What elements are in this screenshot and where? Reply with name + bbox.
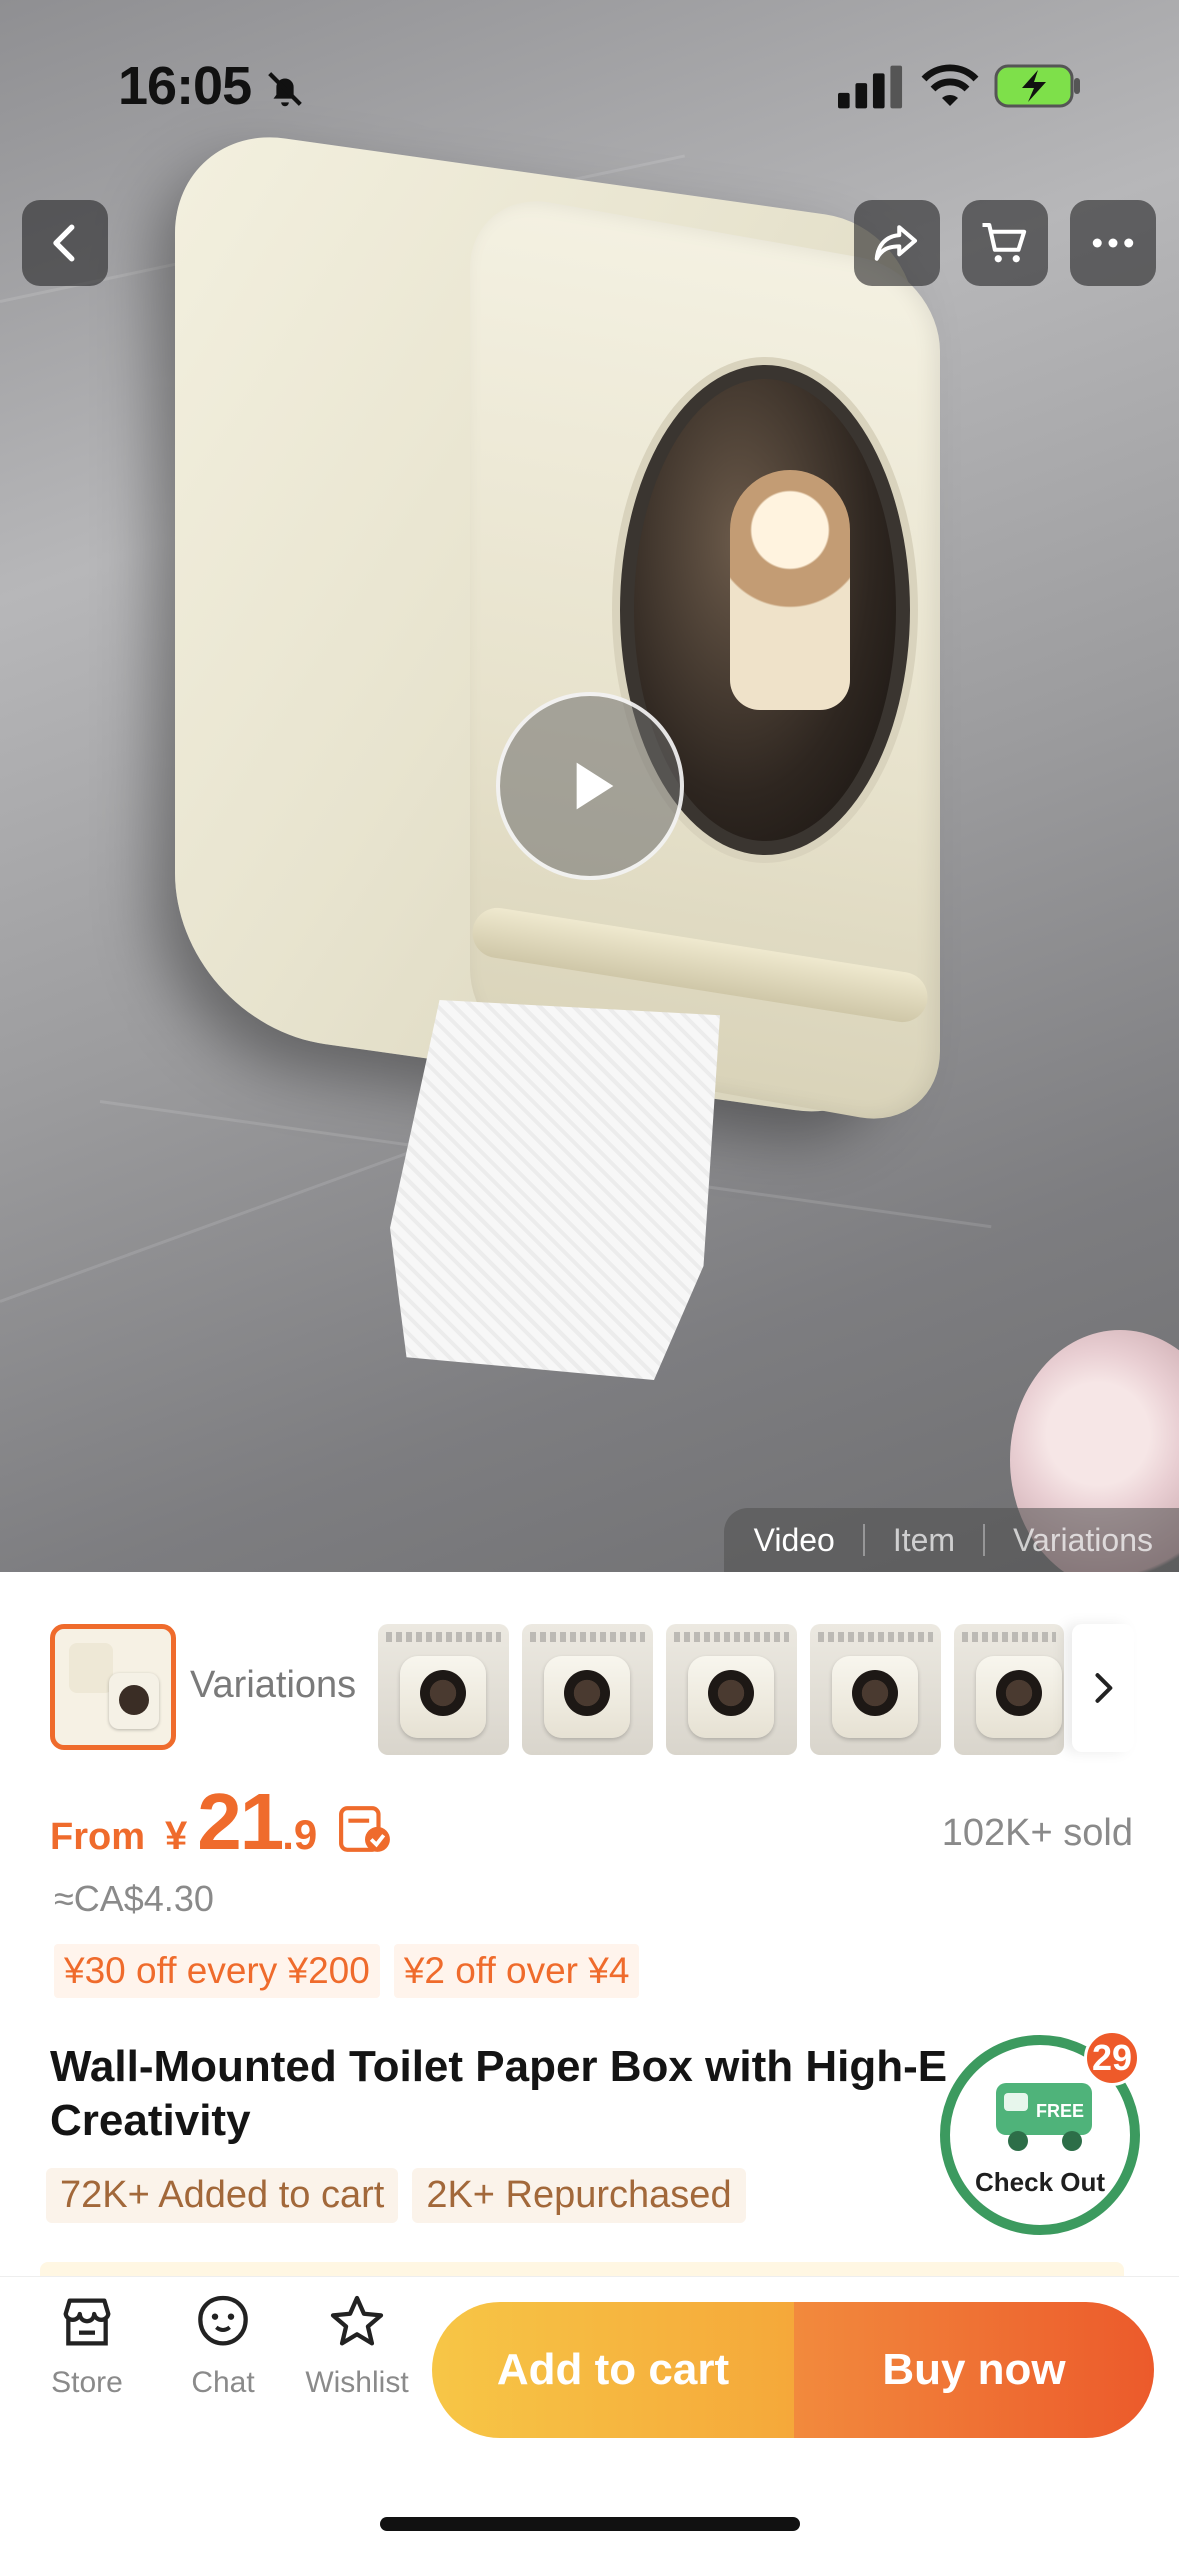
- promotions: ¥30 off every ¥200 ¥2 off over ¥4: [54, 1944, 640, 1998]
- media-tabs: Video Item Variations: [724, 1508, 1179, 1572]
- coupon-icon[interactable]: [338, 1804, 392, 1854]
- price-decimal: .9: [282, 1811, 318, 1858]
- share-button[interactable]: [854, 200, 940, 286]
- add-to-cart-button[interactable]: Add to cart: [432, 2302, 794, 2438]
- tab-divider: [983, 1524, 986, 1556]
- signal-icon: [838, 65, 903, 109]
- store-button[interactable]: Store: [22, 2290, 152, 2400]
- tab-variations[interactable]: Variations: [1013, 1522, 1153, 1559]
- thumb-porthole: [119, 1685, 149, 1715]
- variation-thumb[interactable]: [522, 1624, 653, 1755]
- wishlist-label: Wishlist: [305, 2366, 409, 2399]
- thumb-porthole: [564, 1670, 610, 1716]
- bell-slash-icon: [268, 72, 302, 107]
- variations-next-button[interactable]: [1072, 1624, 1134, 1752]
- variation-thumb[interactable]: [810, 1624, 941, 1755]
- variation-thumb[interactable]: [954, 1624, 1064, 1755]
- chevron-right-icon: [1095, 1673, 1113, 1703]
- sold-count: 102K+ sold: [941, 1812, 1133, 1854]
- chat-label: Chat: [191, 2366, 255, 2399]
- thumb-caption: [530, 1632, 645, 1642]
- share-icon: [874, 225, 918, 261]
- tissue-paper: [390, 1000, 720, 1380]
- product-title: Wall-Mounted Toilet Paper Box with High-…: [50, 2042, 948, 2091]
- price-integer: 21: [197, 1777, 284, 1866]
- promo-tag[interactable]: ¥30 off every ¥200: [54, 1944, 380, 1998]
- product-title-line2: Creativity: [50, 2096, 251, 2145]
- thumb-porthole: [420, 1670, 466, 1716]
- thumb-item: [69, 1643, 113, 1693]
- variations-label[interactable]: Variations: [190, 1664, 356, 1707]
- store-label: Store: [51, 2366, 123, 2399]
- play-video-button[interactable]: [496, 692, 684, 880]
- store-icon: [63, 2298, 111, 2346]
- thumb-caption: [962, 1632, 1056, 1642]
- thumb-caption: [818, 1632, 933, 1642]
- thumb-caption: [674, 1632, 789, 1642]
- chat-button[interactable]: Chat: [158, 2290, 288, 2400]
- cart-icon: [982, 222, 1027, 263]
- variation-thumb[interactable]: [666, 1624, 797, 1755]
- battery-charging-icon: [994, 64, 1080, 108]
- buy-now-button[interactable]: Buy now: [794, 2302, 1154, 2438]
- back-icon: [53, 224, 75, 262]
- home-indicator: [380, 2517, 800, 2531]
- price-currency: ¥: [165, 1814, 188, 1858]
- tab-divider: [862, 1524, 865, 1556]
- back-button[interactable]: [22, 200, 108, 286]
- tab-item[interactable]: Item: [893, 1522, 955, 1559]
- promo-tag[interactable]: ¥2 off over ¥4: [393, 1944, 640, 1998]
- wifi-icon: [921, 64, 979, 106]
- variation-thumb[interactable]: [378, 1624, 509, 1755]
- repurchased-tag: 2K+ Repurchased: [412, 2168, 746, 2223]
- product-tags: 72K+ Added to cart 2K+ Repurchased: [46, 2168, 746, 2223]
- info-strip: [40, 2262, 1124, 2276]
- product-media[interactable]: 16:05 Video Item Variations: [0, 0, 1179, 1572]
- product-figurine: [730, 470, 850, 710]
- wishlist-button[interactable]: Wishlist: [292, 2290, 422, 2400]
- more-button[interactable]: [1070, 200, 1156, 286]
- thumb-caption: [386, 1632, 501, 1642]
- selected-variation-thumb[interactable]: [50, 1624, 176, 1750]
- free-badge: FREE: [1036, 2101, 1084, 2121]
- chat-icon: [198, 2295, 248, 2346]
- star-icon: [330, 2295, 384, 2346]
- status-time: 16:05: [118, 56, 252, 116]
- checkout-label: Check Out: [974, 2167, 1106, 2197]
- thumb-porthole: [996, 1670, 1042, 1716]
- product-page: 16:05 Video Item Variations Variations F…: [0, 0, 1179, 2556]
- price-from: From: [50, 1816, 145, 1858]
- added-to-cart-tag: 72K+ Added to cart: [46, 2168, 399, 2223]
- thumb-porthole: [708, 1670, 754, 1716]
- tab-video[interactable]: Video: [754, 1522, 835, 1559]
- play-icon: [576, 762, 614, 810]
- more-icon: [1092, 238, 1134, 248]
- converted-price: ≈CA$4.30: [54, 1878, 214, 1919]
- thumb-porthole: [852, 1670, 898, 1716]
- truck-icon: FREE: [996, 2083, 1092, 2151]
- cart-button[interactable]: [962, 200, 1048, 286]
- price: From ¥ 21 .9: [50, 1776, 318, 1866]
- cart-count-badge: 29: [1084, 2030, 1140, 2086]
